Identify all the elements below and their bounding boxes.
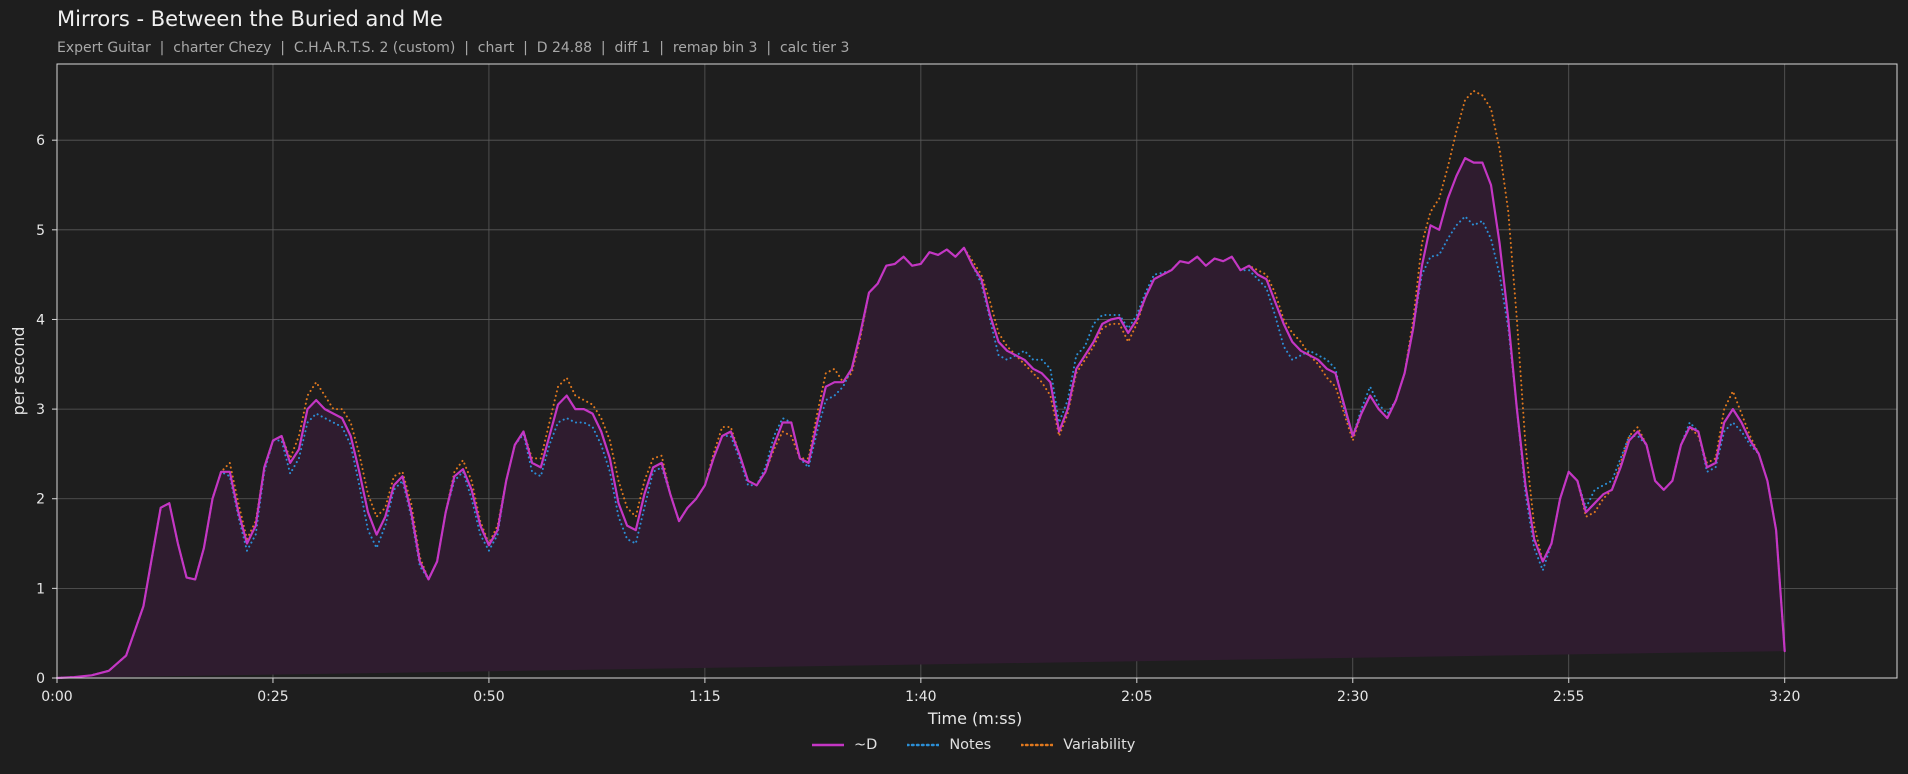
difficulty-chart: 0:00 0:25 0:50 1:15 1:40 2:05 2:30 2:55 3:20 0 1 2 3… bbox=[9, 63, 1898, 728]
legend-item-d: ~D bbox=[812, 737, 877, 753]
legend-label-notes: Notes bbox=[949, 737, 992, 753]
x-tick-label: 2:05 bbox=[1121, 689, 1152, 705]
legend-item-variability: Variability bbox=[1021, 737, 1135, 753]
y-tick-label: 6 bbox=[36, 133, 45, 149]
y-axis-label: per second bbox=[9, 327, 28, 416]
y-tick-label: 5 bbox=[36, 223, 45, 239]
y-tick-label: 0 bbox=[36, 671, 45, 687]
legend-swatch-variability bbox=[1021, 743, 1054, 747]
x-tick-label: 0:00 bbox=[41, 689, 72, 705]
legend-swatch-notes bbox=[907, 743, 940, 747]
legend-label-variability: Variability bbox=[1063, 737, 1136, 753]
x-tick-label: 3:20 bbox=[1769, 689, 1800, 705]
y-tick-label: 3 bbox=[36, 402, 45, 418]
x-tick-label: 1:15 bbox=[689, 689, 720, 705]
y-tick-label: 2 bbox=[36, 492, 45, 508]
x-tick-label: 0:25 bbox=[257, 689, 288, 705]
x-tick-label: 0:50 bbox=[473, 689, 504, 705]
y-tick-label: 4 bbox=[36, 312, 45, 328]
x-tick-label: 2:30 bbox=[1337, 689, 1368, 705]
x-tick-label: 1:40 bbox=[905, 689, 936, 705]
x-tick-label: 2:55 bbox=[1553, 689, 1584, 705]
x-axis-label: Time (m:ss) bbox=[927, 709, 1022, 728]
legend: ~D Notes Variability bbox=[812, 737, 1165, 753]
y-tick-label: 1 bbox=[36, 581, 45, 597]
legend-swatch-d bbox=[812, 743, 844, 747]
legend-item-notes: Notes bbox=[907, 737, 991, 753]
legend-label-d: ~D bbox=[854, 737, 878, 753]
